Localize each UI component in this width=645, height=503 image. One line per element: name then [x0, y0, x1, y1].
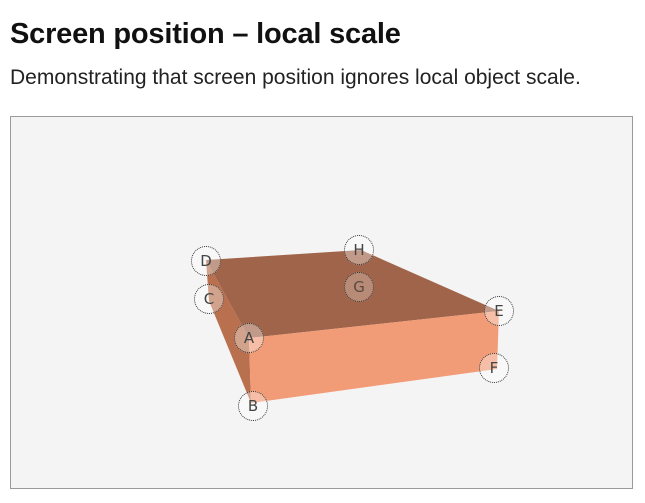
marker-d[interactable]: D — [191, 246, 221, 276]
marker-e[interactable]: E — [484, 296, 514, 326]
page-subtitle: Demonstrating that screen position ignor… — [10, 66, 581, 89]
marker-h[interactable]: H — [344, 235, 374, 265]
box-render — [206, 250, 499, 403]
page-title: Screen position – local scale — [10, 18, 401, 50]
marker-g[interactable]: G — [344, 272, 374, 302]
marker-b[interactable]: B — [238, 391, 268, 421]
marker-a[interactable]: A — [234, 323, 264, 353]
marker-f[interactable]: F — [479, 353, 509, 383]
marker-c[interactable]: C — [194, 284, 224, 314]
3d-viewport[interactable]: A B C D E F G H — [10, 116, 633, 489]
